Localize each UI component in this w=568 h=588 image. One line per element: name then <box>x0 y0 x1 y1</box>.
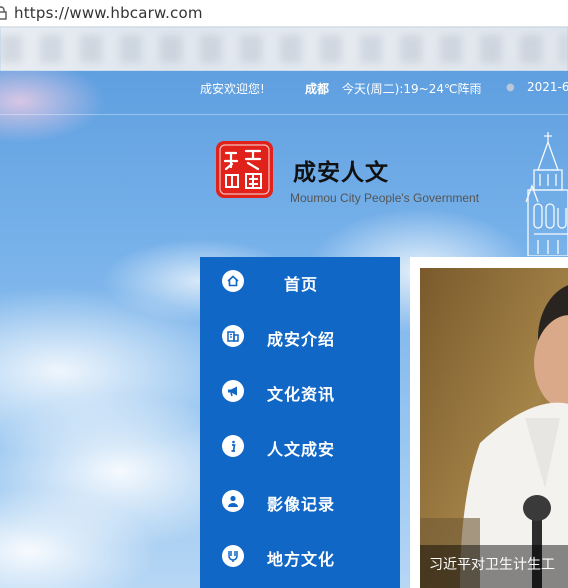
handshake-icon <box>222 545 244 567</box>
site-title: 成安人文 <box>293 160 389 186</box>
nav-item-records[interactable]: 影像记录 <box>200 477 400 532</box>
top-info-bar: 成安欢迎您! 成都 今天(周二):19~24℃阵雨 ● 2021-6 <box>0 74 568 102</box>
divider <box>0 114 568 115</box>
news-caption-text: 习近平对卫生计生工 <box>429 557 555 573</box>
church-illustration <box>525 132 568 256</box>
building-icon <box>222 325 244 347</box>
weather-text: 今天(周二):19~24℃阵雨 <box>342 82 482 96</box>
home-icon <box>222 270 244 292</box>
site-subtitle: Moumou City People's Government <box>290 191 480 205</box>
person-icon <box>222 490 244 512</box>
nav-item-home[interactable]: 首页 <box>200 257 400 312</box>
nav-label: 地方文化 <box>267 550 336 569</box>
nav-item-intro[interactable]: 成安介绍 <box>200 312 400 367</box>
welcome-text: 成安欢迎您! <box>200 82 265 96</box>
nav-label: 人文成安 <box>267 440 336 459</box>
weather-city: 成都 <box>305 82 330 96</box>
info-icon <box>222 435 244 457</box>
nav-label: 文化资讯 <box>267 385 336 404</box>
weather-icon: ● <box>506 82 515 93</box>
date-text: 2021-6 <box>527 80 568 94</box>
nav-item-news[interactable]: 文化资讯 <box>200 367 400 422</box>
nav-item-local-culture[interactable]: 地方文化 <box>200 532 400 587</box>
megaphone-icon <box>222 380 244 402</box>
main-nav: 首页 成安介绍 文化资讯 人文成安 影像记录 地方文化 <box>200 257 400 588</box>
nav-label: 影像记录 <box>267 495 336 514</box>
seal-logo[interactable] <box>216 141 273 198</box>
news-photo[interactable] <box>420 268 568 588</box>
nav-label: 成安介绍 <box>267 330 336 349</box>
nav-item-culture[interactable]: 人文成安 <box>200 422 400 477</box>
url-text: https://www.hbcarw.com <box>14 4 203 22</box>
blurred-toolbar <box>0 27 568 71</box>
address-bar[interactable]: https://www.hbcarw.com <box>0 0 568 27</box>
news-caption-bar[interactable]: 习近平对卫生计生工 <box>420 545 568 588</box>
nav-label: 首页 <box>284 275 319 294</box>
lock-icon <box>0 6 7 20</box>
